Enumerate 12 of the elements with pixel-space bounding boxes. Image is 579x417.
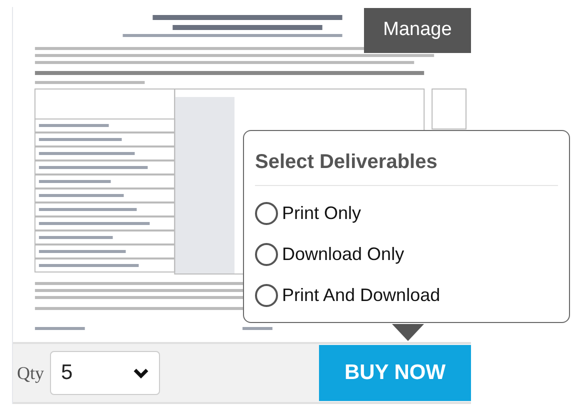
deliverable-option[interactable]: Print Only — [255, 200, 558, 227]
radio-button[interactable] — [255, 243, 278, 266]
popup-pointer-icon — [392, 324, 424, 341]
chevron-down-icon — [133, 368, 149, 378]
quantity-label: Qty — [17, 362, 44, 385]
deliverable-option[interactable]: Print And Download — [255, 282, 558, 309]
deliverable-option[interactable]: Download Only — [255, 241, 558, 268]
manage-button[interactable]: Manage — [364, 8, 471, 53]
radio-button[interactable] — [255, 202, 278, 225]
popup-title: Select Deliverables — [255, 147, 558, 186]
quantity-select[interactable]: 5 — [50, 351, 160, 395]
radio-button[interactable] — [255, 284, 278, 307]
